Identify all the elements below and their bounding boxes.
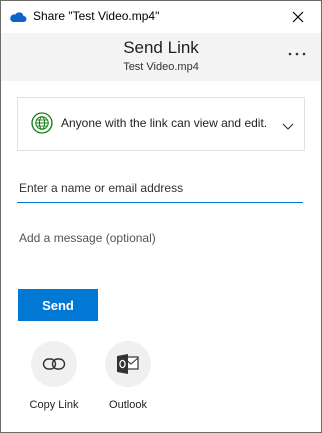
page-title: Send Link [123, 38, 199, 57]
onedrive-cloud-icon [9, 10, 27, 24]
chevron-down-icon [282, 118, 294, 130]
outlook-icon [117, 354, 139, 374]
more-ellipsis-icon [288, 52, 306, 56]
dialog-header: Send Link Test Video.mp4 [1, 33, 321, 81]
link-icon [42, 358, 66, 370]
outlook-label: Outlook [109, 399, 147, 411]
globe-icon [31, 112, 53, 134]
outlook-button[interactable]: Outlook [93, 341, 163, 411]
recipient-email-input[interactable] [17, 173, 303, 203]
link-permission-dropdown[interactable]: Anyone with the link can view and edit. [17, 97, 305, 151]
window-title: Share "Test Video.mp4" [33, 9, 160, 23]
copy-link-button[interactable]: Copy Link [19, 341, 89, 411]
close-button[interactable] [275, 1, 321, 33]
file-name: Test Video.mp4 [123, 61, 199, 73]
message-input[interactable] [17, 223, 303, 253]
link-permission-label: Anyone with the link can view and edit. [61, 116, 268, 130]
close-icon [292, 11, 304, 23]
title-bar: Share "Test Video.mp4" [1, 1, 321, 33]
copy-link-circle [31, 341, 77, 387]
copy-link-label: Copy Link [29, 399, 79, 411]
share-dialog: Share "Test Video.mp4" Send Link Test Vi… [0, 0, 322, 433]
send-button[interactable]: Send [18, 289, 98, 321]
outlook-circle [105, 341, 151, 387]
more-options-button[interactable] [285, 44, 309, 64]
